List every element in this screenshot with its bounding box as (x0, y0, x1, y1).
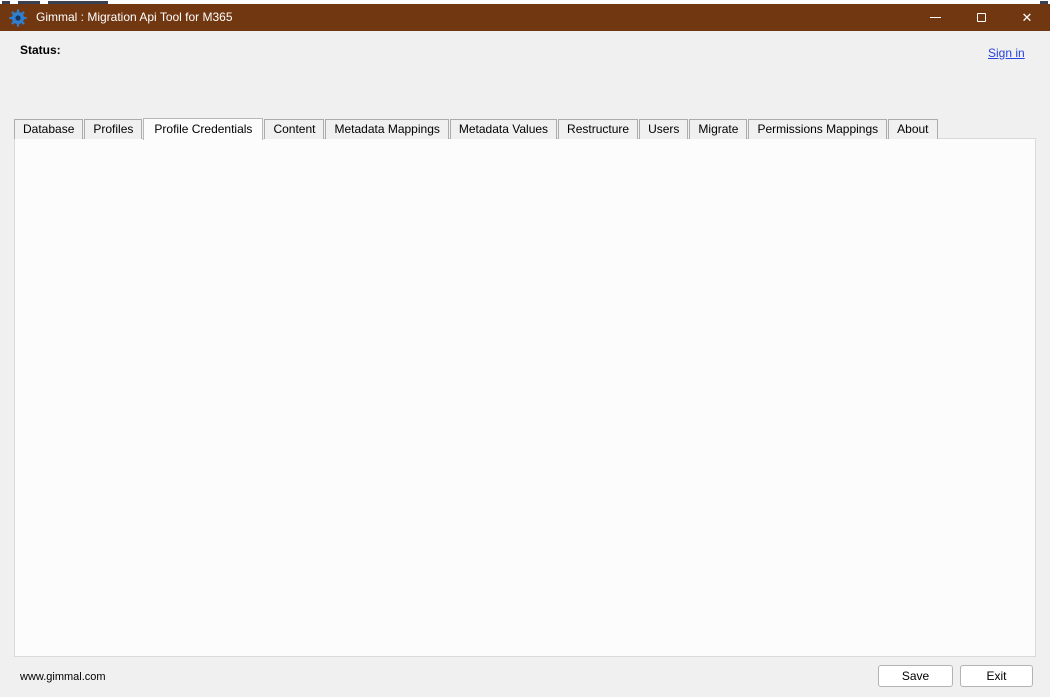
window-title: Gimmal : Migration Api Tool for M365 (36, 10, 233, 24)
tab-permissions-mappings[interactable]: Permissions Mappings (748, 119, 887, 139)
tab-users[interactable]: Users (639, 119, 688, 139)
close-icon: ✕ (1022, 11, 1033, 24)
status-label: Status: (20, 43, 61, 57)
tab-metadata-mappings[interactable]: Metadata Mappings (325, 119, 448, 139)
tab-migrate[interactable]: Migrate (689, 119, 747, 139)
tab-profile-credentials[interactable]: Profile Credentials (143, 118, 263, 140)
tab-content[interactable]: Content (264, 119, 324, 139)
maximize-icon (977, 13, 986, 22)
website-link: www.gimmal.com (20, 671, 106, 683)
tab-database[interactable]: Database (14, 119, 83, 139)
tab-restructure[interactable]: Restructure (558, 119, 638, 139)
tab-page-profile-credentials (14, 138, 1036, 657)
close-button[interactable]: ✕ (1005, 4, 1049, 31)
gimmal-gear-icon (9, 9, 27, 27)
tab-strip: DatabaseProfilesProfile CredentialsConte… (14, 117, 939, 139)
save-button[interactable]: Save (878, 665, 953, 687)
exit-button[interactable]: Exit (960, 665, 1033, 687)
tab-metadata-values[interactable]: Metadata Values (450, 119, 557, 139)
tab-about[interactable]: About (888, 119, 937, 139)
titlebar: Gimmal : Migration Api Tool for M365 ✕ (0, 4, 1050, 31)
status-sign-in-link[interactable]: Sign in (988, 46, 1025, 60)
maximize-button[interactable] (959, 4, 1003, 31)
minimize-icon (930, 17, 941, 18)
tab-profiles[interactable]: Profiles (84, 119, 142, 139)
minimize-button[interactable] (913, 4, 957, 31)
application-window: Gimmal : Migration Api Tool for M365 ✕ S… (0, 0, 1050, 697)
